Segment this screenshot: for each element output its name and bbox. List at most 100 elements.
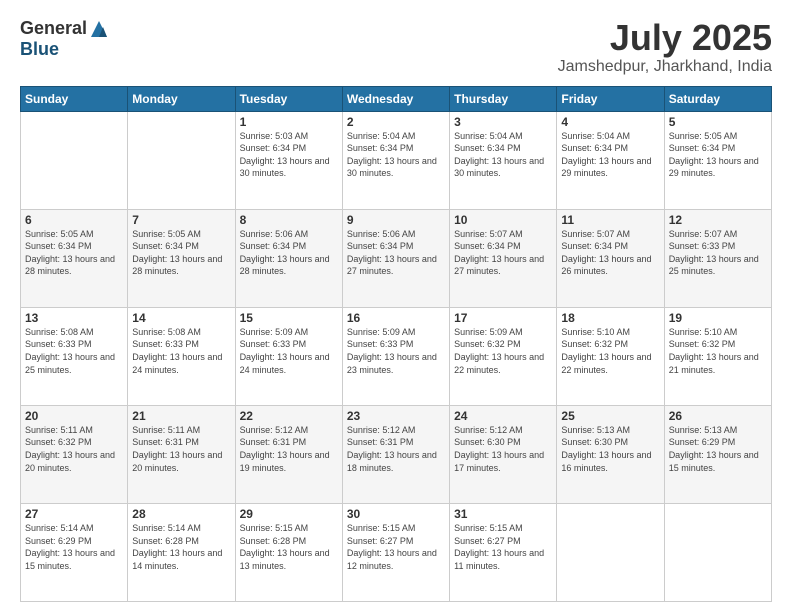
logo-blue-text: Blue — [20, 39, 59, 60]
calendar-cell: 10Sunrise: 5:07 AM Sunset: 6:34 PM Dayli… — [450, 209, 557, 307]
calendar-cell: 30Sunrise: 5:15 AM Sunset: 6:27 PM Dayli… — [342, 503, 449, 601]
calendar-cell: 13Sunrise: 5:08 AM Sunset: 6:33 PM Dayli… — [21, 307, 128, 405]
calendar-cell: 28Sunrise: 5:14 AM Sunset: 6:28 PM Dayli… — [128, 503, 235, 601]
day-number: 5 — [669, 115, 767, 129]
day-number: 21 — [132, 409, 230, 423]
day-number: 8 — [240, 213, 338, 227]
day-number: 11 — [561, 213, 659, 227]
day-info: Sunrise: 5:05 AM Sunset: 6:34 PM Dayligh… — [132, 228, 230, 278]
week-row-5: 27Sunrise: 5:14 AM Sunset: 6:29 PM Dayli… — [21, 503, 772, 601]
day-number: 3 — [454, 115, 552, 129]
calendar-cell — [128, 111, 235, 209]
calendar-cell: 19Sunrise: 5:10 AM Sunset: 6:32 PM Dayli… — [664, 307, 771, 405]
weekday-header-saturday: Saturday — [664, 86, 771, 111]
day-number: 27 — [25, 507, 123, 521]
day-number: 23 — [347, 409, 445, 423]
day-number: 2 — [347, 115, 445, 129]
calendar-cell: 18Sunrise: 5:10 AM Sunset: 6:32 PM Dayli… — [557, 307, 664, 405]
calendar-cell: 29Sunrise: 5:15 AM Sunset: 6:28 PM Dayli… — [235, 503, 342, 601]
page: General Blue July 2025 Jamshedpur, Jhark… — [0, 0, 792, 612]
logo: General Blue — [20, 18, 109, 60]
calendar-cell: 21Sunrise: 5:11 AM Sunset: 6:31 PM Dayli… — [128, 405, 235, 503]
day-info: Sunrise: 5:09 AM Sunset: 6:32 PM Dayligh… — [454, 326, 552, 376]
day-number: 17 — [454, 311, 552, 325]
day-info: Sunrise: 5:14 AM Sunset: 6:29 PM Dayligh… — [25, 522, 123, 572]
weekday-header-monday: Monday — [128, 86, 235, 111]
day-number: 31 — [454, 507, 552, 521]
title-area: July 2025 Jamshedpur, Jharkhand, India — [558, 18, 772, 76]
day-info: Sunrise: 5:09 AM Sunset: 6:33 PM Dayligh… — [347, 326, 445, 376]
calendar-cell: 14Sunrise: 5:08 AM Sunset: 6:33 PM Dayli… — [128, 307, 235, 405]
day-info: Sunrise: 5:13 AM Sunset: 6:29 PM Dayligh… — [669, 424, 767, 474]
day-number: 19 — [669, 311, 767, 325]
calendar-cell: 25Sunrise: 5:13 AM Sunset: 6:30 PM Dayli… — [557, 405, 664, 503]
day-number: 4 — [561, 115, 659, 129]
calendar-cell: 11Sunrise: 5:07 AM Sunset: 6:34 PM Dayli… — [557, 209, 664, 307]
day-info: Sunrise: 5:15 AM Sunset: 6:27 PM Dayligh… — [347, 522, 445, 572]
day-info: Sunrise: 5:11 AM Sunset: 6:32 PM Dayligh… — [25, 424, 123, 474]
calendar-cell: 15Sunrise: 5:09 AM Sunset: 6:33 PM Dayli… — [235, 307, 342, 405]
day-info: Sunrise: 5:06 AM Sunset: 6:34 PM Dayligh… — [240, 228, 338, 278]
week-row-4: 20Sunrise: 5:11 AM Sunset: 6:32 PM Dayli… — [21, 405, 772, 503]
calendar-cell — [557, 503, 664, 601]
weekday-header-thursday: Thursday — [450, 86, 557, 111]
day-info: Sunrise: 5:12 AM Sunset: 6:31 PM Dayligh… — [347, 424, 445, 474]
day-number: 15 — [240, 311, 338, 325]
day-number: 16 — [347, 311, 445, 325]
calendar-cell: 27Sunrise: 5:14 AM Sunset: 6:29 PM Dayli… — [21, 503, 128, 601]
calendar-cell: 17Sunrise: 5:09 AM Sunset: 6:32 PM Dayli… — [450, 307, 557, 405]
calendar-cell — [21, 111, 128, 209]
day-info: Sunrise: 5:07 AM Sunset: 6:33 PM Dayligh… — [669, 228, 767, 278]
day-number: 30 — [347, 507, 445, 521]
day-info: Sunrise: 5:08 AM Sunset: 6:33 PM Dayligh… — [132, 326, 230, 376]
calendar-cell: 16Sunrise: 5:09 AM Sunset: 6:33 PM Dayli… — [342, 307, 449, 405]
day-info: Sunrise: 5:15 AM Sunset: 6:28 PM Dayligh… — [240, 522, 338, 572]
calendar-cell: 20Sunrise: 5:11 AM Sunset: 6:32 PM Dayli… — [21, 405, 128, 503]
calendar-cell: 26Sunrise: 5:13 AM Sunset: 6:29 PM Dayli… — [664, 405, 771, 503]
calendar-cell: 3Sunrise: 5:04 AM Sunset: 6:34 PM Daylig… — [450, 111, 557, 209]
calendar-cell: 9Sunrise: 5:06 AM Sunset: 6:34 PM Daylig… — [342, 209, 449, 307]
day-number: 24 — [454, 409, 552, 423]
logo-general-text: General — [20, 18, 87, 39]
month-title: July 2025 — [558, 18, 772, 58]
weekday-header-sunday: Sunday — [21, 86, 128, 111]
day-number: 26 — [669, 409, 767, 423]
day-number: 20 — [25, 409, 123, 423]
day-number: 22 — [240, 409, 338, 423]
day-number: 1 — [240, 115, 338, 129]
calendar-cell: 22Sunrise: 5:12 AM Sunset: 6:31 PM Dayli… — [235, 405, 342, 503]
day-number: 6 — [25, 213, 123, 227]
week-row-1: 1Sunrise: 5:03 AM Sunset: 6:34 PM Daylig… — [21, 111, 772, 209]
day-info: Sunrise: 5:14 AM Sunset: 6:28 PM Dayligh… — [132, 522, 230, 572]
calendar-cell: 7Sunrise: 5:05 AM Sunset: 6:34 PM Daylig… — [128, 209, 235, 307]
day-info: Sunrise: 5:13 AM Sunset: 6:30 PM Dayligh… — [561, 424, 659, 474]
calendar-cell: 23Sunrise: 5:12 AM Sunset: 6:31 PM Dayli… — [342, 405, 449, 503]
day-info: Sunrise: 5:05 AM Sunset: 6:34 PM Dayligh… — [25, 228, 123, 278]
calendar-cell: 31Sunrise: 5:15 AM Sunset: 6:27 PM Dayli… — [450, 503, 557, 601]
day-number: 28 — [132, 507, 230, 521]
day-info: Sunrise: 5:12 AM Sunset: 6:31 PM Dayligh… — [240, 424, 338, 474]
week-row-2: 6Sunrise: 5:05 AM Sunset: 6:34 PM Daylig… — [21, 209, 772, 307]
calendar-cell: 12Sunrise: 5:07 AM Sunset: 6:33 PM Dayli… — [664, 209, 771, 307]
day-info: Sunrise: 5:04 AM Sunset: 6:34 PM Dayligh… — [347, 130, 445, 180]
day-number: 14 — [132, 311, 230, 325]
day-number: 13 — [25, 311, 123, 325]
day-number: 10 — [454, 213, 552, 227]
day-info: Sunrise: 5:12 AM Sunset: 6:30 PM Dayligh… — [454, 424, 552, 474]
day-info: Sunrise: 5:04 AM Sunset: 6:34 PM Dayligh… — [561, 130, 659, 180]
day-info: Sunrise: 5:15 AM Sunset: 6:27 PM Dayligh… — [454, 522, 552, 572]
day-info: Sunrise: 5:03 AM Sunset: 6:34 PM Dayligh… — [240, 130, 338, 180]
calendar-cell: 8Sunrise: 5:06 AM Sunset: 6:34 PM Daylig… — [235, 209, 342, 307]
day-info: Sunrise: 5:11 AM Sunset: 6:31 PM Dayligh… — [132, 424, 230, 474]
day-info: Sunrise: 5:04 AM Sunset: 6:34 PM Dayligh… — [454, 130, 552, 180]
day-number: 12 — [669, 213, 767, 227]
location: Jamshedpur, Jharkhand, India — [558, 58, 772, 76]
day-number: 7 — [132, 213, 230, 227]
day-number: 29 — [240, 507, 338, 521]
calendar-cell: 4Sunrise: 5:04 AM Sunset: 6:34 PM Daylig… — [557, 111, 664, 209]
header: General Blue July 2025 Jamshedpur, Jhark… — [20, 18, 772, 76]
logo-icon — [89, 19, 109, 39]
calendar-cell: 6Sunrise: 5:05 AM Sunset: 6:34 PM Daylig… — [21, 209, 128, 307]
calendar-cell: 24Sunrise: 5:12 AM Sunset: 6:30 PM Dayli… — [450, 405, 557, 503]
day-info: Sunrise: 5:10 AM Sunset: 6:32 PM Dayligh… — [669, 326, 767, 376]
